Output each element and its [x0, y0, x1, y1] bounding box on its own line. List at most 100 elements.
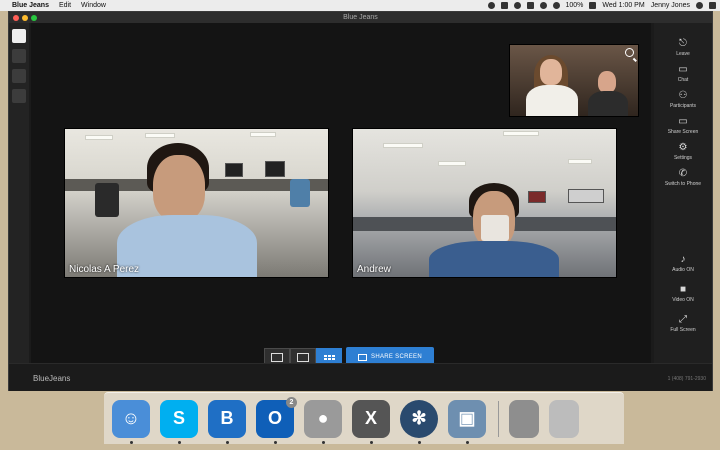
ceiling-light	[503, 131, 539, 136]
tray-status-icon[interactable]	[487, 2, 495, 9]
ceiling-light	[85, 135, 113, 140]
zoom-window-button[interactable]	[31, 14, 37, 21]
participant-2-body	[429, 241, 559, 277]
sidebar-contacts-icon[interactable]	[12, 69, 26, 83]
video-stage: Nicolas A Perez Andrew SHARE SCREEN	[31, 23, 651, 367]
sidebar-meetings-icon[interactable]	[12, 49, 26, 63]
audio-label: Audio ON	[672, 267, 694, 273]
outlook-icon[interactable]: O 2	[256, 396, 297, 444]
share-screen-label: SHARE SCREEN	[371, 354, 422, 360]
participants-icon: ⚇	[678, 90, 688, 101]
right-action-panel: ⎋ Leave ▭ Chat ⚇ Participants ▭ Share Sc…	[654, 23, 712, 363]
ceiling-light	[145, 133, 175, 138]
finder-icon[interactable]: ☺	[112, 399, 150, 444]
menubar-clock[interactable]: Wed 1:00 PM	[602, 2, 644, 9]
status-tray: 100% Wed 1:00 PM Jenny Jones	[487, 2, 716, 9]
share-screen-panel-label: Share Screen	[667, 129, 699, 135]
magnify-icon[interactable]	[625, 48, 634, 57]
notification-center-icon[interactable]	[709, 2, 716, 9]
volume-icon[interactable]	[552, 2, 560, 9]
gallery-grid-icon	[323, 354, 335, 360]
office-monitor	[225, 163, 243, 177]
sidebar-calendar-icon[interactable]	[12, 29, 26, 43]
participant-tile-2[interactable]: Andrew	[352, 128, 617, 278]
sourcetree-icon[interactable]: ✻	[400, 399, 438, 444]
participant-2-video	[353, 129, 616, 277]
close-window-button[interactable]	[13, 14, 19, 21]
search-icon[interactable]	[696, 2, 703, 9]
battery-percent[interactable]: 100%	[566, 2, 584, 9]
sidebar-rooms-icon[interactable]	[12, 89, 26, 103]
outlook-badge: 2	[286, 396, 297, 408]
mac-menubar: Blue Jeans Edit Window 100% Wed 1:00 PM …	[0, 0, 720, 11]
window-title: Blue Jeans	[343, 14, 378, 21]
menu-app-name[interactable]: Blue Jeans	[12, 2, 49, 9]
full-screen-button[interactable]: ⤢ Full Screen	[654, 314, 712, 334]
dock-separator	[498, 400, 499, 437]
ceiling-light	[383, 143, 423, 148]
leave-button[interactable]: ⎋ Leave	[654, 38, 712, 58]
tray-app-icon[interactable]	[500, 2, 508, 9]
minimize-window-button[interactable]	[22, 14, 28, 21]
office-monitor	[265, 161, 285, 177]
participant-name: Nicolas A Perez	[69, 264, 140, 275]
gear-icon: ⚙	[678, 142, 688, 153]
menu-window[interactable]: Window	[81, 2, 106, 9]
phone-icon: ✆	[678, 168, 688, 179]
settings-label: Settings	[673, 155, 693, 161]
fullscreen-icon: ⤢	[679, 314, 687, 325]
sourcetree-glyph: ✻	[411, 408, 427, 428]
excel-icon[interactable]: X	[352, 399, 390, 444]
ceiling-light	[250, 132, 276, 137]
bluejeans-glyph: B	[220, 408, 234, 428]
chrome-icon[interactable]: ●	[304, 399, 342, 444]
ceiling-light	[568, 159, 592, 164]
mac-dock: ☺ S B O 2 ● X ✻ ▣	[104, 392, 624, 444]
document-stack-icon[interactable]	[509, 399, 539, 438]
tray-bluejeans-icon[interactable]	[526, 2, 534, 9]
skype-icon[interactable]: S	[160, 399, 198, 444]
switch-to-phone-label: Switch to Phone	[664, 181, 702, 187]
share-screen-icon	[358, 353, 368, 361]
bluejeans-window: Blue Jeans Nicolas A Perez Andrew SHARE …	[8, 11, 713, 391]
self-view-video[interactable]	[509, 44, 639, 117]
menu-edit[interactable]: Edit	[59, 2, 71, 9]
leave-label: Leave	[676, 51, 690, 57]
video-toggle-button[interactable]: ■ Video ON	[654, 285, 712, 304]
participants-button[interactable]: ⚇ Participants	[654, 90, 712, 110]
participant-tile-1[interactable]: Nicolas A Perez	[64, 128, 329, 278]
switch-to-phone-button[interactable]: ✆ Switch to Phone	[654, 168, 712, 188]
office-display	[528, 191, 546, 203]
participant-1-video	[65, 129, 328, 277]
footer-brand: BlueJeans	[33, 374, 71, 383]
participant-1-face	[153, 155, 205, 221]
office-display	[568, 189, 604, 203]
video-label: Video ON	[672, 297, 694, 303]
self-view-person-2-face	[598, 71, 616, 93]
monitor-icon: ▭	[678, 116, 688, 127]
tray-dropbox-icon[interactable]	[513, 2, 521, 9]
outlook-glyph: O	[267, 408, 282, 428]
preview-icon[interactable]: ▣	[448, 399, 486, 444]
participants-label: Participants	[669, 103, 697, 109]
chrome-glyph: ●	[317, 408, 329, 428]
bluejeans-icon[interactable]: B	[208, 399, 246, 444]
participant-name: Andrew	[357, 264, 391, 275]
audio-toggle-button[interactable]: ♪ Audio ON	[654, 254, 712, 274]
share-screen-panel-button[interactable]: ▭ Share Screen	[654, 116, 712, 136]
speaker-layout-icon	[271, 352, 283, 362]
battery-icon[interactable]	[589, 2, 597, 9]
preview-glyph: ▣	[458, 408, 476, 428]
full-screen-label: Full Screen	[670, 327, 696, 333]
settings-button[interactable]: ⚙ Settings	[654, 142, 712, 162]
people-layout-icon	[297, 352, 309, 362]
self-view-person-1-body	[526, 85, 578, 116]
window-titlebar[interactable]: Blue Jeans	[9, 12, 712, 23]
menubar-user[interactable]: Jenny Jones	[651, 2, 690, 9]
chat-button[interactable]: ▭ Chat	[654, 65, 712, 84]
trash-icon[interactable]	[549, 399, 579, 438]
left-sidebar	[9, 23, 29, 363]
leave-icon: ⎋	[679, 38, 687, 49]
microphone-icon: ♪	[680, 254, 686, 265]
wifi-icon[interactable]	[539, 2, 547, 9]
